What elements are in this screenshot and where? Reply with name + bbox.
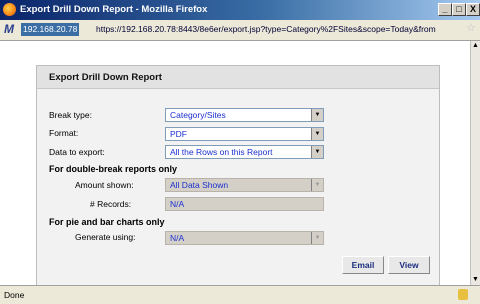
data-to-export-select[interactable]: All the Rows on this Report ▼	[165, 145, 324, 159]
scroll-up-icon[interactable]: ▲	[471, 41, 480, 51]
status-bar: Done	[0, 285, 480, 304]
window-title: Export Drill Down Report - Mozilla Firef…	[20, 4, 208, 15]
address-bar[interactable]: M 192.168.20.78 https://192.168.20.78:84…	[0, 20, 480, 41]
site-identity-icon[interactable]: M	[4, 23, 19, 36]
email-button[interactable]: Email	[342, 256, 384, 274]
chevron-down-icon[interactable]: ▼	[311, 146, 323, 158]
chevron-down-icon[interactable]: ▼	[311, 128, 323, 140]
generate-using-value: N/A	[170, 233, 185, 243]
records-field[interactable]: N/A	[165, 197, 324, 211]
minimize-button[interactable]: _	[438, 3, 452, 16]
status-text: Done	[4, 290, 25, 300]
close-button[interactable]: X	[466, 3, 480, 16]
amount-shown-label: Amount shown:	[75, 180, 134, 190]
maximize-button[interactable]: □	[452, 3, 466, 16]
lock-icon	[458, 289, 468, 300]
window-titlebar: Export Drill Down Report - Mozilla Firef…	[0, 0, 480, 20]
double-break-heading: For double-break reports only	[49, 164, 178, 174]
page-content: Export Drill Down Report Break type: Cat…	[0, 41, 470, 297]
firefox-icon	[3, 3, 16, 16]
scroll-down-icon[interactable]: ▼	[471, 275, 480, 285]
break-type-select[interactable]: Category/Sites ▼	[165, 108, 324, 122]
amount-shown-value: All Data Shown	[170, 180, 229, 190]
address-host[interactable]: 192.168.20.78	[21, 23, 80, 36]
data-to-export-label: Data to export:	[49, 147, 105, 157]
chevron-down-icon[interactable]: ▼	[311, 179, 323, 191]
chevron-down-icon[interactable]: ▼	[311, 109, 323, 121]
pie-bar-heading: For pie and bar charts only	[49, 217, 165, 227]
dialog-header: Export Drill Down Report	[37, 66, 439, 89]
view-button[interactable]: View	[388, 256, 430, 274]
amount-shown-select[interactable]: All Data Shown ▼	[165, 178, 324, 192]
break-type-label: Break type:	[49, 110, 92, 120]
vertical-scrollbar[interactable]: ▲ ▼	[470, 41, 480, 285]
export-dialog: Export Drill Down Report Break type: Cat…	[36, 65, 440, 297]
data-to-export-value: All the Rows on this Report	[170, 147, 273, 157]
generate-using-select[interactable]: N/A ▼	[165, 231, 324, 245]
records-label: # Records:	[90, 199, 132, 209]
bookmark-star-icon[interactable]: ☆	[466, 23, 477, 34]
records-value: N/A	[170, 199, 185, 209]
format-label: Format:	[49, 128, 79, 138]
break-type-value: Category/Sites	[170, 110, 226, 120]
dialog-title: Export Drill Down Report	[49, 72, 162, 83]
format-value: PDF	[170, 129, 187, 139]
format-select[interactable]: PDF ▼	[165, 127, 324, 141]
chevron-down-icon[interactable]: ▼	[311, 232, 323, 244]
generate-using-label: Generate using:	[75, 232, 136, 242]
address-url[interactable]: https://192.168.20.78:8443/8e6er/export.…	[96, 23, 460, 36]
